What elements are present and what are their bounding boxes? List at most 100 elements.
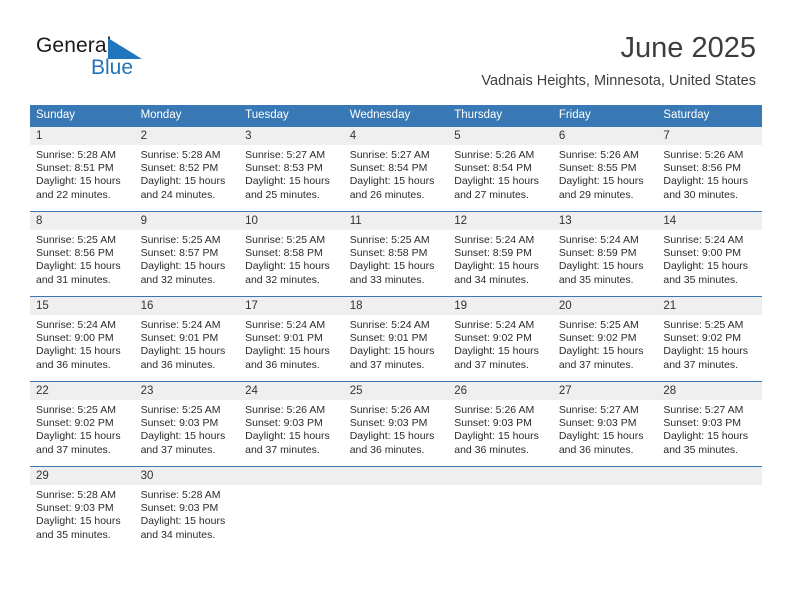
day-detail-daylight2: and 36 minutes. — [140, 358, 216, 371]
calendar-day-cell[interactable]: 2 Sunrise: 5:28 AM Sunset: 8:52 PM Daylight… — [134, 126, 240, 212]
calendar-day-cell[interactable]: 23 Sunrise: 5:25 AM Sunset: 9:03 PM Dayligh… — [134, 381, 240, 467]
day-detail-sunrise: Sunrise: 5:26 AM — [454, 149, 535, 161]
day-details: Sunrise: 5:25 AM Sunset: 8:56 PM Daylight:… — [30, 230, 135, 287]
calendar-day-cell[interactable]: 5 Sunrise: 5:26 AM Sunset: 8:54 PM Daylight… — [448, 126, 553, 212]
calendar-week-row: 1 Sunrise: 5:28 AM Sunset: 8:51 PM Daylight… — [30, 126, 762, 212]
day-cell-content: 28 Sunrise: 5:27 AM Sunset: 9:03 PM Dayligh… — [657, 382, 762, 466]
calendar-day-cell[interactable]: 13 Sunrise: 5:24 AM Sunset: 8:59 PM Dayligh… — [552, 211, 658, 297]
calendar-day-cell[interactable]: 29 Sunrise: 5:28 AM Sunset: 9:03 PM Dayligh… — [30, 466, 135, 551]
day-number: 26 — [448, 382, 553, 400]
calendar-week-row: 15 Sunrise: 5:24 AM Sunset: 9:00 PM Dayligh… — [30, 296, 762, 382]
page-header: General Blue June 2025 Vadnais Heights, … — [0, 0, 792, 100]
day-detail-daylight1: Daylight: 15 hours — [36, 430, 121, 443]
day-cell-content: 22 Sunrise: 5:25 AM Sunset: 9:02 PM Dayligh… — [30, 382, 135, 466]
day-detail-daylight2: and 27 minutes. — [454, 188, 529, 201]
day-cell-content: 23 Sunrise: 5:25 AM Sunset: 9:03 PM Dayligh… — [134, 382, 240, 466]
brand-name-general: General — [36, 34, 112, 57]
day-detail-sunset: Sunset: 9:03 PM — [349, 417, 428, 430]
calendar-day-cell[interactable]: 12 Sunrise: 5:24 AM Sunset: 8:59 PM Dayligh… — [448, 211, 553, 297]
day-detail-sunset: Sunset: 9:02 PM — [663, 332, 742, 345]
calendar-day-cell[interactable]: 27 Sunrise: 5:27 AM Sunset: 9:03 PM Dayligh… — [552, 381, 658, 467]
day-cell-content: 20 Sunrise: 5:25 AM Sunset: 9:02 PM Dayligh… — [552, 297, 658, 381]
weekday-header-friday: Friday — [552, 105, 658, 127]
calendar-day-cell[interactable] — [657, 466, 762, 551]
calendar-day-cell[interactable]: 4 Sunrise: 5:27 AM Sunset: 8:54 PM Daylight… — [343, 126, 449, 212]
calendar-day-cell[interactable]: 6 Sunrise: 5:26 AM Sunset: 8:55 PM Daylight… — [552, 126, 658, 212]
day-number — [343, 467, 449, 485]
calendar-day-cell[interactable]: 10 Sunrise: 5:25 AM Sunset: 8:58 PM Dayligh… — [239, 211, 344, 297]
day-cell-empty — [552, 467, 658, 551]
day-detail-daylight2: and 35 minutes. — [558, 273, 634, 286]
calendar-day-cell[interactable]: 16 Sunrise: 5:24 AM Sunset: 9:01 PM Dayligh… — [134, 296, 240, 382]
day-detail-daylight2: and 34 minutes. — [140, 528, 216, 541]
calendar-day-cell[interactable]: 8 Sunrise: 5:25 AM Sunset: 8:56 PM Daylight… — [30, 211, 135, 297]
calendar-day-cell[interactable]: 19 Sunrise: 5:24 AM Sunset: 9:02 PM Dayligh… — [448, 296, 553, 382]
day-details: Sunrise: 5:24 AM Sunset: 9:00 PM Daylight:… — [30, 315, 135, 372]
calendar-day-cell[interactable]: 11 Sunrise: 5:25 AM Sunset: 8:58 PM Dayligh… — [343, 211, 449, 297]
day-detail-sunset: Sunset: 8:51 PM — [36, 162, 114, 175]
day-detail-sunrise: Sunrise: 5:26 AM — [663, 149, 744, 161]
weekday-header-wednesday: Wednesday — [343, 105, 449, 127]
day-number: 25 — [343, 382, 449, 400]
day-cell-content: 17 Sunrise: 5:24 AM Sunset: 9:01 PM Dayligh… — [239, 297, 344, 381]
calendar-day-cell[interactable]: 1 Sunrise: 5:28 AM Sunset: 8:51 PM Daylight… — [30, 126, 135, 212]
calendar-day-cell[interactable]: 7 Sunrise: 5:26 AM Sunset: 8:56 PM Daylight… — [657, 126, 762, 212]
day-detail-daylight1: Daylight: 15 hours — [36, 175, 121, 188]
day-detail-daylight1: Daylight: 15 hours — [349, 175, 435, 188]
day-detail-sunset: Sunset: 8:56 PM — [663, 162, 742, 175]
calendar-day-cell[interactable]: 22 Sunrise: 5:25 AM Sunset: 9:02 PM Dayligh… — [30, 381, 135, 467]
day-details: Sunrise: 5:28 AM Sunset: 9:03 PM Daylight:… — [135, 485, 240, 542]
day-detail-sunrise: Sunrise: 5:26 AM — [245, 404, 326, 416]
day-detail-daylight1: Daylight: 15 hours — [454, 260, 539, 273]
calendar-day-cell[interactable]: 25 Sunrise: 5:26 AM Sunset: 9:03 PM Dayligh… — [343, 381, 449, 467]
day-detail-daylight1: Daylight: 15 hours — [140, 515, 226, 528]
day-details: Sunrise: 5:26 AM Sunset: 8:54 PM Daylight:… — [448, 145, 553, 202]
calendar-day-cell[interactable] — [239, 466, 344, 551]
calendar-week-row: 8 Sunrise: 5:25 AM Sunset: 8:56 PM Daylight… — [30, 211, 762, 297]
day-cell-content: 27 Sunrise: 5:27 AM Sunset: 9:03 PM Dayligh… — [552, 382, 658, 466]
day-details: Sunrise: 5:24 AM Sunset: 9:00 PM Daylight:… — [657, 230, 762, 287]
day-details: Sunrise: 5:24 AM Sunset: 8:59 PM Daylight:… — [448, 230, 553, 287]
calendar-day-cell[interactable]: 18 Sunrise: 5:24 AM Sunset: 9:01 PM Dayligh… — [343, 296, 449, 382]
calendar-day-cell[interactable]: 17 Sunrise: 5:24 AM Sunset: 9:01 PM Dayligh… — [239, 296, 344, 382]
brand-logo[interactable]: General Blue — [36, 34, 166, 84]
day-cell-content: 18 Sunrise: 5:24 AM Sunset: 9:01 PM Dayligh… — [343, 297, 449, 381]
calendar-day-cell[interactable]: 15 Sunrise: 5:24 AM Sunset: 9:00 PM Dayligh… — [30, 296, 135, 382]
day-cell-content: 14 Sunrise: 5:24 AM Sunset: 9:00 PM Dayligh… — [657, 212, 762, 296]
day-detail-sunset: Sunset: 9:02 PM — [36, 417, 114, 430]
calendar-day-cell[interactable]: 14 Sunrise: 5:24 AM Sunset: 9:00 PM Dayligh… — [657, 211, 762, 297]
day-detail-daylight2: and 32 minutes. — [140, 273, 216, 286]
calendar-day-cell[interactable]: 28 Sunrise: 5:27 AM Sunset: 9:03 PM Dayligh… — [657, 381, 762, 467]
day-detail-daylight1: Daylight: 15 hours — [140, 345, 226, 358]
day-details: Sunrise: 5:27 AM Sunset: 8:53 PM Daylight:… — [239, 145, 344, 202]
day-detail-sunrise: Sunrise: 5:26 AM — [558, 149, 639, 161]
day-detail-daylight2: and 35 minutes. — [663, 443, 739, 456]
day-detail-sunrise: Sunrise: 5:24 AM — [454, 319, 535, 331]
calendar-day-cell[interactable]: 3 Sunrise: 5:27 AM Sunset: 8:53 PM Daylight… — [239, 126, 344, 212]
day-number: 5 — [448, 127, 553, 145]
day-detail-sunset: Sunset: 9:01 PM — [245, 332, 323, 345]
day-detail-daylight1: Daylight: 15 hours — [454, 175, 539, 188]
calendar-day-cell[interactable] — [448, 466, 553, 551]
calendar-day-cell[interactable] — [343, 466, 449, 551]
calendar-day-cell[interactable]: 9 Sunrise: 5:25 AM Sunset: 8:57 PM Daylight… — [134, 211, 240, 297]
day-detail-sunset: Sunset: 8:57 PM — [140, 247, 219, 260]
calendar-day-cell[interactable] — [552, 466, 658, 551]
day-cell-content: 5 Sunrise: 5:26 AM Sunset: 8:54 PM Daylight… — [448, 127, 553, 211]
day-cell-content: 26 Sunrise: 5:26 AM Sunset: 9:03 PM Dayligh… — [448, 382, 553, 466]
day-details: Sunrise: 5:26 AM Sunset: 9:03 PM Daylight:… — [239, 400, 344, 457]
weekday-header-thursday: Thursday — [448, 105, 553, 127]
day-detail-daylight2: and 26 minutes. — [349, 188, 425, 201]
day-detail-daylight2: and 37 minutes. — [558, 358, 634, 371]
calendar-day-cell[interactable]: 21 Sunrise: 5:25 AM Sunset: 9:02 PM Dayligh… — [657, 296, 762, 382]
calendar-day-cell[interactable]: 24 Sunrise: 5:26 AM Sunset: 9:03 PM Dayligh… — [239, 381, 344, 467]
day-detail-daylight1: Daylight: 15 hours — [140, 260, 226, 273]
day-detail-sunset: Sunset: 9:00 PM — [36, 332, 114, 345]
calendar-day-cell[interactable]: 26 Sunrise: 5:26 AM Sunset: 9:03 PM Dayligh… — [448, 381, 553, 467]
calendar-day-cell[interactable]: 30 Sunrise: 5:28 AM Sunset: 9:03 PM Dayligh… — [134, 466, 240, 551]
calendar-day-cell[interactable]: 20 Sunrise: 5:25 AM Sunset: 9:02 PM Dayligh… — [552, 296, 658, 382]
day-detail-daylight1: Daylight: 15 hours — [245, 430, 330, 443]
day-details: Sunrise: 5:24 AM Sunset: 9:02 PM Daylight:… — [448, 315, 553, 372]
day-cell-content: 12 Sunrise: 5:24 AM Sunset: 8:59 PM Dayligh… — [448, 212, 553, 296]
day-cell-content: 16 Sunrise: 5:24 AM Sunset: 9:01 PM Dayligh… — [134, 297, 240, 381]
